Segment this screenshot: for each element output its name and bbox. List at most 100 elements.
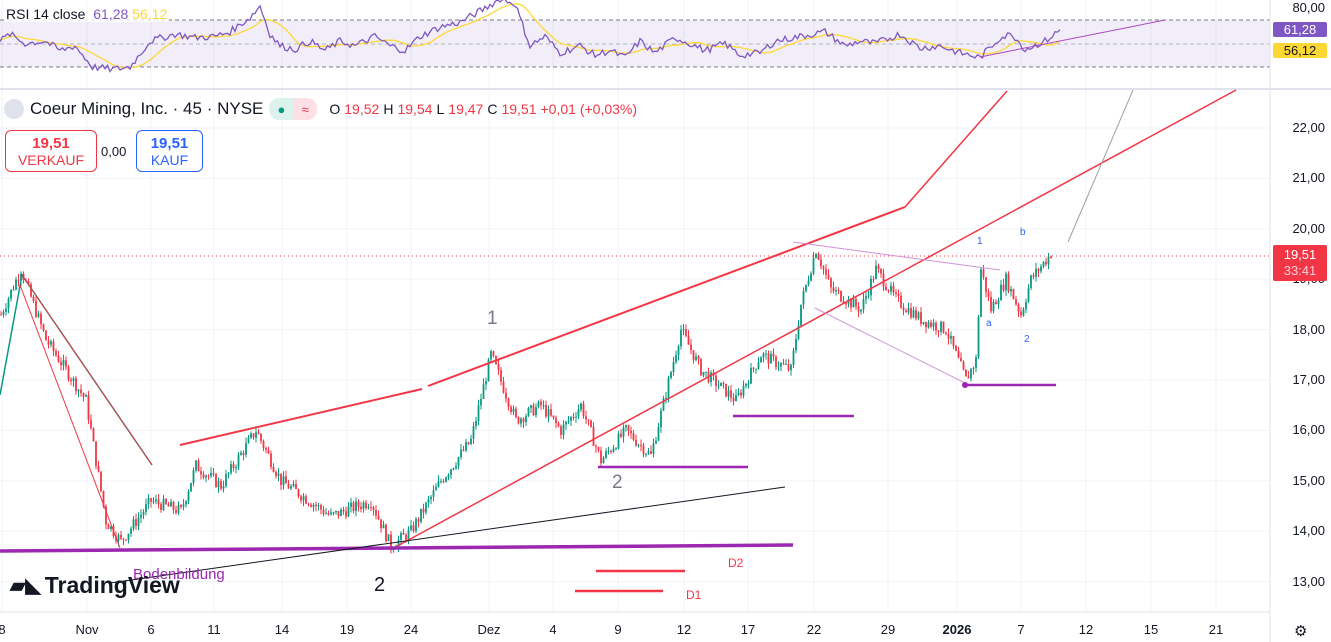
candle-body (915, 310, 917, 319)
candle-body (260, 434, 262, 441)
candle-body (730, 390, 732, 398)
candle-body (932, 322, 935, 327)
candle-body (900, 295, 902, 308)
candle-body (922, 321, 925, 324)
candle-body (542, 405, 545, 407)
candle-body (747, 383, 750, 385)
candle-body (335, 510, 337, 513)
candle-body (810, 273, 812, 281)
candle-body (177, 505, 180, 513)
candle-body (237, 455, 240, 467)
candle-body (257, 432, 260, 435)
status-pill[interactable]: ● ≈ (269, 98, 318, 120)
candle-body (100, 471, 102, 491)
candle-body (472, 426, 475, 439)
candle-body (0, 314, 2, 316)
candle-body (812, 257, 815, 274)
candle-body (340, 509, 342, 516)
candle-body (802, 291, 805, 305)
candle-body (327, 513, 330, 515)
subwave-b: b (1020, 227, 1026, 238)
time-tick: Dez (477, 622, 501, 637)
candle-body (1007, 273, 1010, 292)
candle-body (205, 475, 207, 478)
candle-body (350, 502, 352, 507)
symbol-name[interactable]: Coeur Mining, Inc. · 45 · NYSE (30, 99, 263, 119)
candle-body (515, 408, 517, 417)
candle-body (245, 443, 247, 455)
candle-body (987, 292, 990, 298)
buy-label: KAUF (150, 152, 189, 168)
candle-body (750, 367, 752, 384)
candle-body (917, 312, 920, 319)
candle-body (407, 529, 410, 540)
candle-body (467, 442, 470, 445)
candle-body (122, 538, 125, 540)
candle-body (517, 416, 520, 424)
candle-body (530, 405, 532, 409)
candle-body (562, 424, 565, 435)
candle-body (232, 464, 235, 469)
candle-body (905, 310, 907, 313)
candle-body (162, 498, 165, 510)
open-value: 19,52 (344, 101, 380, 117)
candle-body (885, 286, 887, 291)
candle-body (230, 464, 232, 473)
candle-body (827, 274, 830, 279)
candle-body (927, 322, 930, 328)
low-value: 19,47 (448, 101, 484, 117)
time-tick: 4 (549, 622, 557, 637)
candle-body (620, 433, 622, 437)
candle-body (605, 451, 607, 458)
tradingview-logo[interactable]: ▰◣ TradingView (10, 572, 180, 599)
candle-body (222, 486, 225, 489)
candle-body (40, 313, 42, 325)
candle-body (867, 295, 870, 297)
candle-body (117, 534, 120, 541)
candle-body (175, 509, 177, 513)
candle-body (855, 298, 857, 307)
candle-body (440, 481, 442, 483)
chart-canvas[interactable] (0, 0, 1331, 642)
candle-body (657, 427, 660, 441)
candle-body (907, 308, 910, 313)
candle-body (532, 405, 535, 416)
candle-body (480, 398, 482, 406)
candle-body (590, 420, 592, 427)
candle-body (957, 350, 960, 358)
candle-body (415, 519, 417, 532)
candle-body (722, 382, 725, 384)
sell-button[interactable]: 19,51 VERKAUF (5, 130, 97, 172)
candle-body (792, 350, 795, 365)
candle-body (357, 501, 360, 507)
candle-body (655, 440, 657, 444)
candle-body (310, 504, 312, 507)
candle-body (1002, 284, 1005, 291)
candle-body (477, 405, 480, 421)
candle-body (990, 297, 992, 312)
candle-body (220, 481, 222, 489)
candle-body (510, 406, 512, 413)
candle-body (992, 301, 995, 312)
candle-body (680, 329, 682, 347)
price-tick: 21,00 (1292, 170, 1325, 186)
candle-body (312, 504, 315, 507)
spread-value: 0,00 (101, 144, 127, 159)
candle-body (85, 395, 87, 397)
candle-body (772, 353, 775, 357)
settings-gear-icon[interactable]: ⚙ (1294, 622, 1307, 640)
candle-body (887, 290, 890, 292)
candle-body (695, 356, 697, 361)
candle-body (1012, 288, 1015, 300)
candle-body (90, 419, 92, 429)
candle-body (182, 504, 185, 507)
candle-body (402, 533, 405, 535)
candle-body (527, 408, 530, 417)
candle-body (892, 285, 895, 293)
buy-button[interactable]: 19,51 KAUF (136, 130, 203, 172)
time-tick: 8 (0, 622, 6, 637)
rsi-title: RSI 14 close (6, 6, 86, 22)
candle-body (147, 498, 150, 505)
candle-body (322, 509, 325, 514)
time-tick: Nov (75, 622, 99, 637)
